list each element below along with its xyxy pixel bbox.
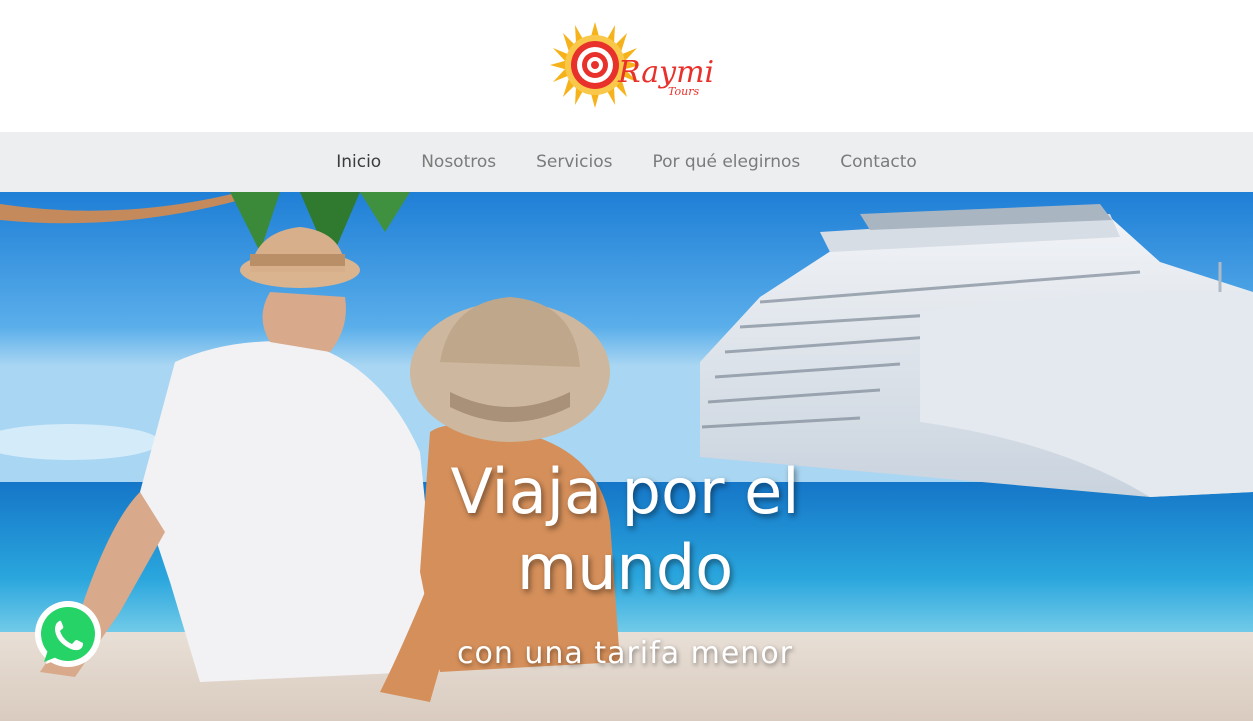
logo-tagline: Tours xyxy=(668,85,699,98)
nav-item-servicios[interactable]: Servicios xyxy=(516,132,632,192)
logo-wordmark: Raymi xyxy=(617,55,714,90)
hero-subtitle: con una tarifa menor xyxy=(456,636,794,671)
hero-banner: Viaja por el mundo con una tarifa menor xyxy=(0,192,1253,721)
nav-item-por-que-elegirnos[interactable]: Por qué elegirnos xyxy=(632,132,820,192)
whatsapp-icon xyxy=(35,601,101,667)
site-header: Raymi Tours xyxy=(0,0,1253,132)
nav-item-contacto[interactable]: Contacto xyxy=(820,132,937,192)
nav-item-nosotros[interactable]: Nosotros xyxy=(401,132,516,192)
nav-item-inicio[interactable]: Inicio xyxy=(316,132,401,192)
main-nav: Inicio Nosotros Servicios Por qué elegirnos… xyxy=(0,132,1253,192)
nav-list: Inicio Nosotros Servicios Por qué elegirnos… xyxy=(0,132,1253,192)
raymi-tours-logo[interactable]: Raymi Tours xyxy=(540,20,720,110)
whatsapp-button[interactable] xyxy=(32,600,104,672)
hero-title: Viaja por el mundo xyxy=(450,455,800,604)
